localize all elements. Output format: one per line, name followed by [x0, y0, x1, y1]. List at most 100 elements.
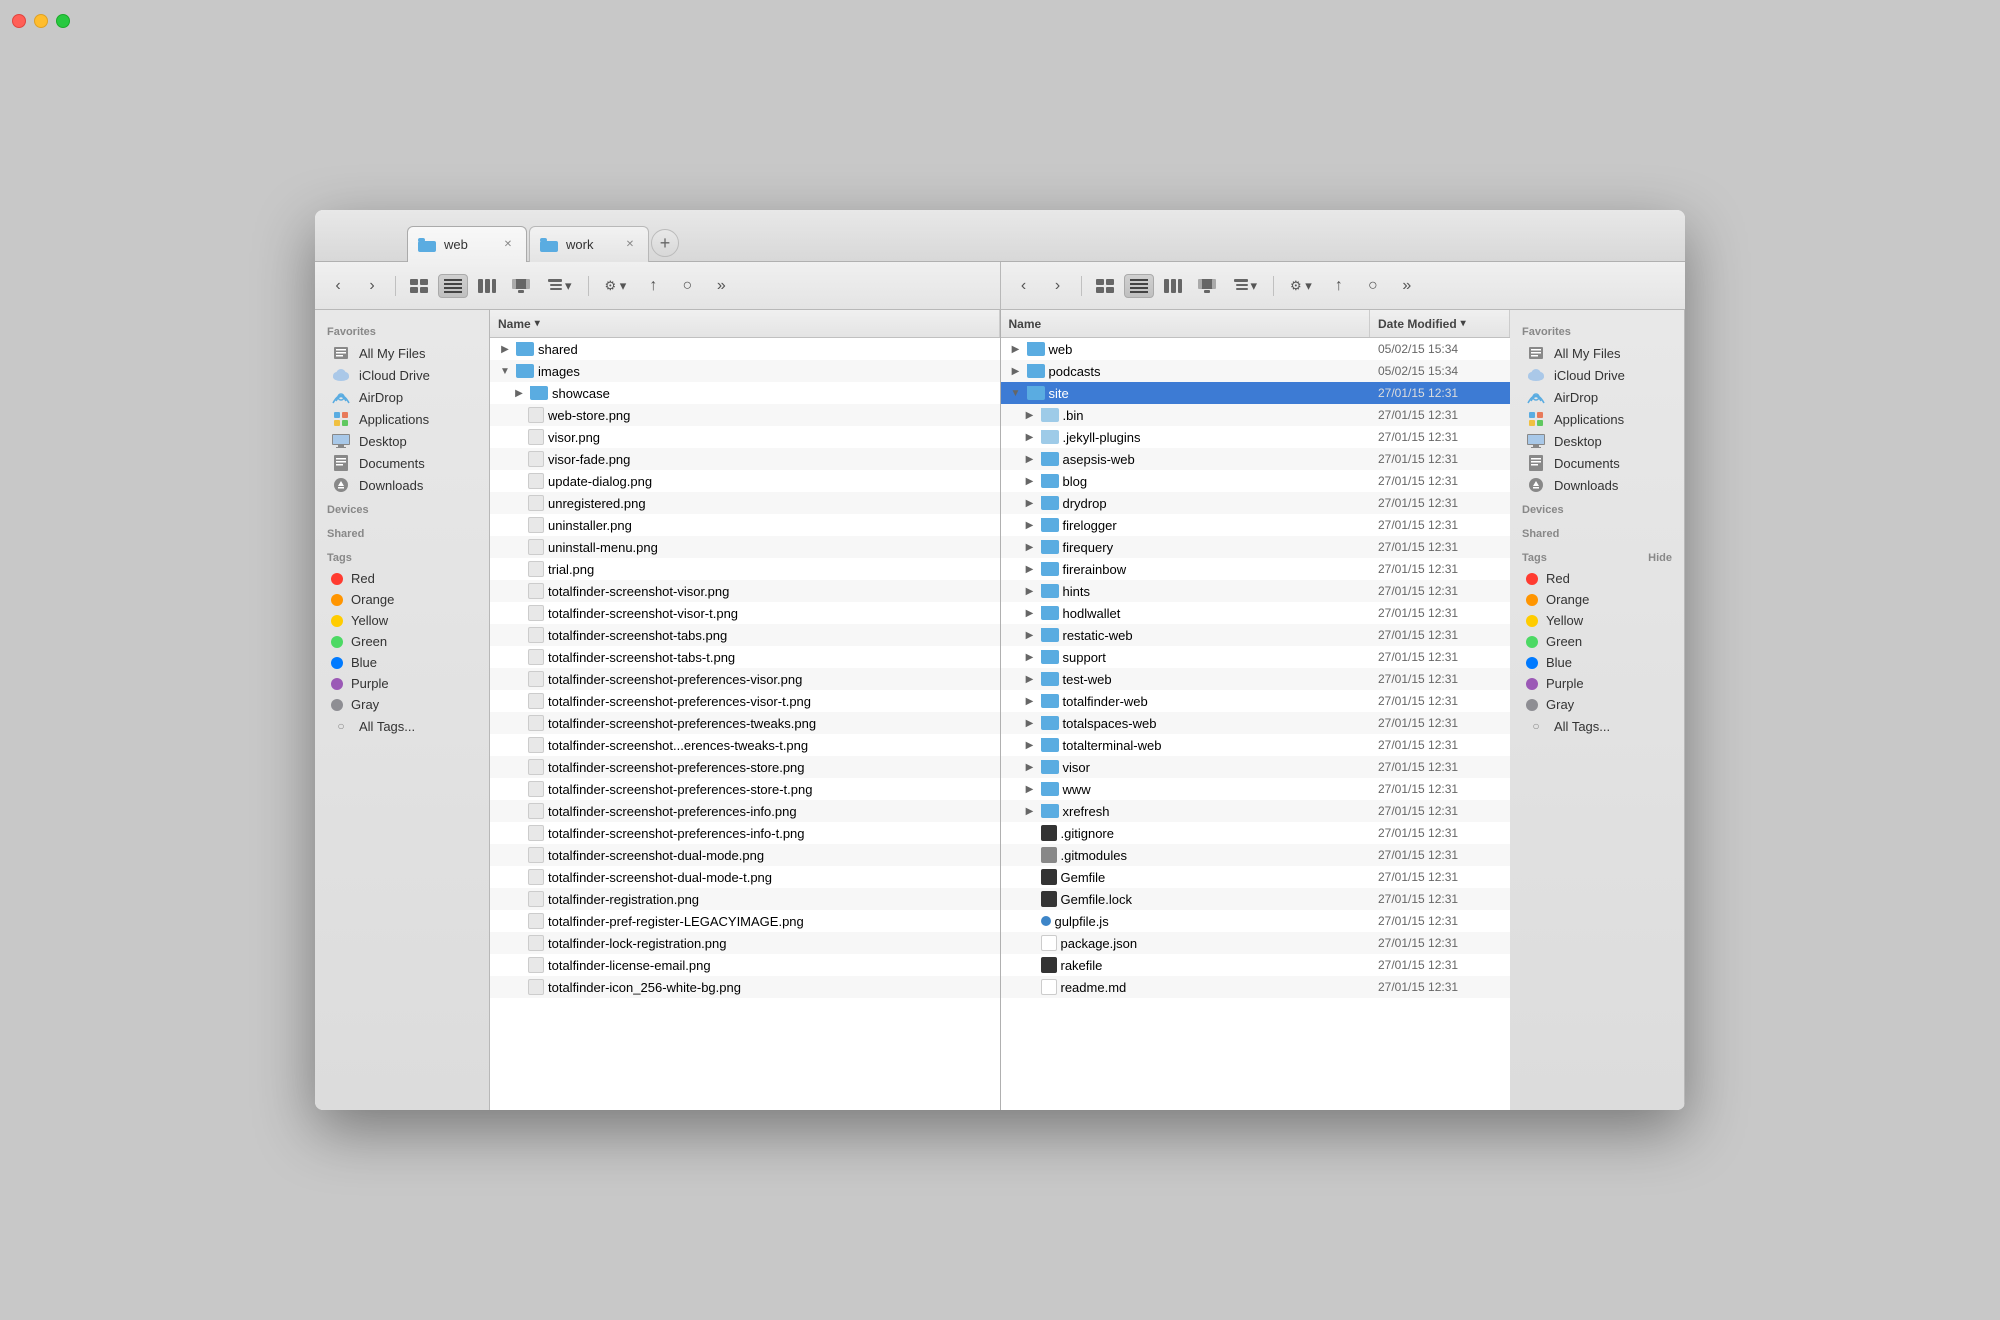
forward-button[interactable]: ›	[357, 274, 387, 298]
table-row[interactable]: ▶ totalterminal-web 27/01/15 12:31	[1001, 734, 1511, 756]
table-row[interactable]: uninstaller.png	[490, 514, 1000, 536]
right-share-button[interactable]: ↑	[1324, 274, 1354, 298]
table-row[interactable]: totalfinder-icon_256-white-bg.png	[490, 976, 1000, 998]
table-row[interactable]: ▶ firelogger 27/01/15 12:31	[1001, 514, 1511, 536]
table-row[interactable]: ▶ drydrop 27/01/15 12:31	[1001, 492, 1511, 514]
table-row[interactable]: totalfinder-lock-registration.png	[490, 932, 1000, 954]
table-row[interactable]: ▶ .bin 27/01/15 12:31	[1001, 404, 1511, 426]
left-name-column-header[interactable]: Name ▾	[490, 310, 1000, 337]
table-row[interactable]: unregistered.png	[490, 492, 1000, 514]
sidebar-tag-green[interactable]: Green	[319, 631, 485, 652]
table-row[interactable]: ▶ readme.md 27/01/15 12:31	[1001, 976, 1511, 998]
tag-button[interactable]: ○	[672, 274, 702, 298]
table-row[interactable]: totalfinder-screenshot-tabs-t.png	[490, 646, 1000, 668]
right-date-column-header[interactable]: Date Modified ▾	[1370, 310, 1510, 337]
tab-web-close[interactable]: ✕	[500, 237, 516, 253]
disclosure-arrow[interactable]: ▶	[1023, 452, 1037, 466]
table-row[interactable]: totalfinder-screenshot-preferences-tweak…	[490, 712, 1000, 734]
table-row[interactable]: totalfinder-screenshot-dual-mode-t.png	[490, 866, 1000, 888]
disclosure-arrow[interactable]: ▶	[1023, 628, 1037, 642]
sidebar-item-downloads[interactable]: Downloads	[319, 474, 485, 496]
table-row[interactable]: ▶ restatic-web 27/01/15 12:31	[1001, 624, 1511, 646]
disclosure-arrow[interactable]: ▶	[1023, 606, 1037, 620]
table-row[interactable]: ▶ support 27/01/15 12:31	[1001, 646, 1511, 668]
right-action-button[interactable]: ⚙ ▾	[1282, 274, 1320, 298]
table-row[interactable]: totalfinder-screenshot-tabs.png	[490, 624, 1000, 646]
right-more-button[interactable]: »	[1392, 274, 1422, 298]
right-name-column-header[interactable]: Name	[1001, 310, 1371, 337]
disclosure-arrow[interactable]: ▶	[1023, 738, 1037, 752]
right-sidebar-item-icloud[interactable]: iCloud Drive	[1514, 364, 1680, 386]
table-row[interactable]: ▶ blog 27/01/15 12:31	[1001, 470, 1511, 492]
table-row[interactable]: ▶ rakefile 27/01/15 12:31	[1001, 954, 1511, 976]
disclosure-arrow[interactable]: ▶	[1023, 474, 1037, 488]
right-sidebar-item-documents[interactable]: Documents	[1514, 452, 1680, 474]
table-row[interactable]: update-dialog.png	[490, 470, 1000, 492]
table-row[interactable]: totalfinder-screenshot-dual-mode.png	[490, 844, 1000, 866]
table-row[interactable]: ▶ totalfinder-web 27/01/15 12:31	[1001, 690, 1511, 712]
table-row[interactable]: ▶ showcase	[490, 382, 1000, 404]
table-row[interactable]: ▶ Gemfile 27/01/15 12:31	[1001, 866, 1511, 888]
disclosure-arrow[interactable]: ▼	[498, 364, 512, 378]
table-row[interactable]: uninstall-menu.png	[490, 536, 1000, 558]
tab-work[interactable]: work ✕	[529, 226, 649, 262]
right-back-button[interactable]: ‹	[1009, 274, 1039, 298]
table-row[interactable]: ▶ www 27/01/15 12:31	[1001, 778, 1511, 800]
sidebar-tag-purple[interactable]: Purple	[319, 673, 485, 694]
right-forward-button[interactable]: ›	[1043, 274, 1073, 298]
right-sidebar-tag-gray[interactable]: Gray	[1514, 694, 1680, 715]
left-file-list[interactable]: ▶ shared ▼ images	[490, 338, 1000, 1110]
group-button[interactable]: ▾	[540, 274, 580, 298]
right-sidebar-tag-blue[interactable]: Blue	[1514, 652, 1680, 673]
table-row[interactable]: ▶ firerainbow 27/01/15 12:31	[1001, 558, 1511, 580]
tab-work-close[interactable]: ✕	[622, 237, 638, 253]
disclosure-arrow[interactable]: ▶	[1023, 496, 1037, 510]
back-button[interactable]: ‹	[323, 274, 353, 298]
right-tag-button[interactable]: ○	[1358, 274, 1388, 298]
table-row[interactable]: ▶ web 05/02/15 15:34	[1001, 338, 1511, 360]
table-row[interactable]: ▶ visor 27/01/15 12:31	[1001, 756, 1511, 778]
right-sidebar-tag-green[interactable]: Green	[1514, 631, 1680, 652]
right-view-list-button[interactable]	[1124, 274, 1154, 298]
table-row[interactable]: ▶ package.json 27/01/15 12:31	[1001, 932, 1511, 954]
right-view-columns-button[interactable]	[1158, 274, 1188, 298]
table-row[interactable]: ▶ .gitignore 27/01/15 12:31	[1001, 822, 1511, 844]
table-row[interactable]: trial.png	[490, 558, 1000, 580]
disclosure-arrow[interactable]: ▶	[1023, 760, 1037, 774]
table-row[interactable]: visor.png	[490, 426, 1000, 448]
table-row[interactable]: ▼ site 27/01/15 12:31	[1001, 382, 1511, 404]
table-row[interactable]: ▶ podcasts 05/02/15 15:34	[1001, 360, 1511, 382]
view-cover-button[interactable]	[506, 274, 536, 298]
sidebar-item-documents[interactable]: Documents	[319, 452, 485, 474]
right-group-button[interactable]: ▾	[1226, 274, 1266, 298]
disclosure-arrow[interactable]: ▶	[1009, 364, 1023, 378]
table-row[interactable]: ▶ xrefresh 27/01/15 12:31	[1001, 800, 1511, 822]
right-sidebar-item-downloads[interactable]: Downloads	[1514, 474, 1680, 496]
disclosure-arrow[interactable]: ▶	[1023, 518, 1037, 532]
table-row[interactable]: ▶ hints 27/01/15 12:31	[1001, 580, 1511, 602]
right-sidebar-tag-yellow[interactable]: Yellow	[1514, 610, 1680, 631]
disclosure-arrow[interactable]: ▼	[1009, 386, 1023, 400]
sidebar-tag-red[interactable]: Red	[319, 568, 485, 589]
right-sidebar-item-airdrop[interactable]: AirDrop	[1514, 386, 1680, 408]
sidebar-item-desktop[interactable]: Desktop	[319, 430, 485, 452]
sidebar-item-icloud[interactable]: iCloud Drive	[319, 364, 485, 386]
table-row[interactable]: ▶ Gemfile.lock 27/01/15 12:31	[1001, 888, 1511, 910]
table-row[interactable]: web-store.png	[490, 404, 1000, 426]
tags-hide-button[interactable]: Hide	[1648, 552, 1672, 564]
disclosure-arrow[interactable]: ▶	[1023, 782, 1037, 796]
disclosure-arrow[interactable]: ▶	[1023, 540, 1037, 554]
disclosure-arrow[interactable]: ▶	[1023, 672, 1037, 686]
disclosure-arrow[interactable]: ▶	[1023, 430, 1037, 444]
table-row[interactable]: ▶ hodlwallet 27/01/15 12:31	[1001, 602, 1511, 624]
action-button[interactable]: ⚙ ▾	[597, 274, 635, 298]
disclosure-arrow[interactable]: ▶	[1023, 584, 1037, 598]
disclosure-arrow[interactable]: ▶	[1023, 694, 1037, 708]
more-left-button[interactable]: »	[706, 274, 736, 298]
table-row[interactable]: totalfinder-license-email.png	[490, 954, 1000, 976]
sidebar-tag-gray[interactable]: Gray	[319, 694, 485, 715]
right-sidebar-tag-red[interactable]: Red	[1514, 568, 1680, 589]
view-list-button[interactable]	[438, 274, 468, 298]
sidebar-item-all-my-files[interactable]: All My Files	[319, 342, 485, 364]
table-row[interactable]: totalfinder-screenshot-visor.png	[490, 580, 1000, 602]
